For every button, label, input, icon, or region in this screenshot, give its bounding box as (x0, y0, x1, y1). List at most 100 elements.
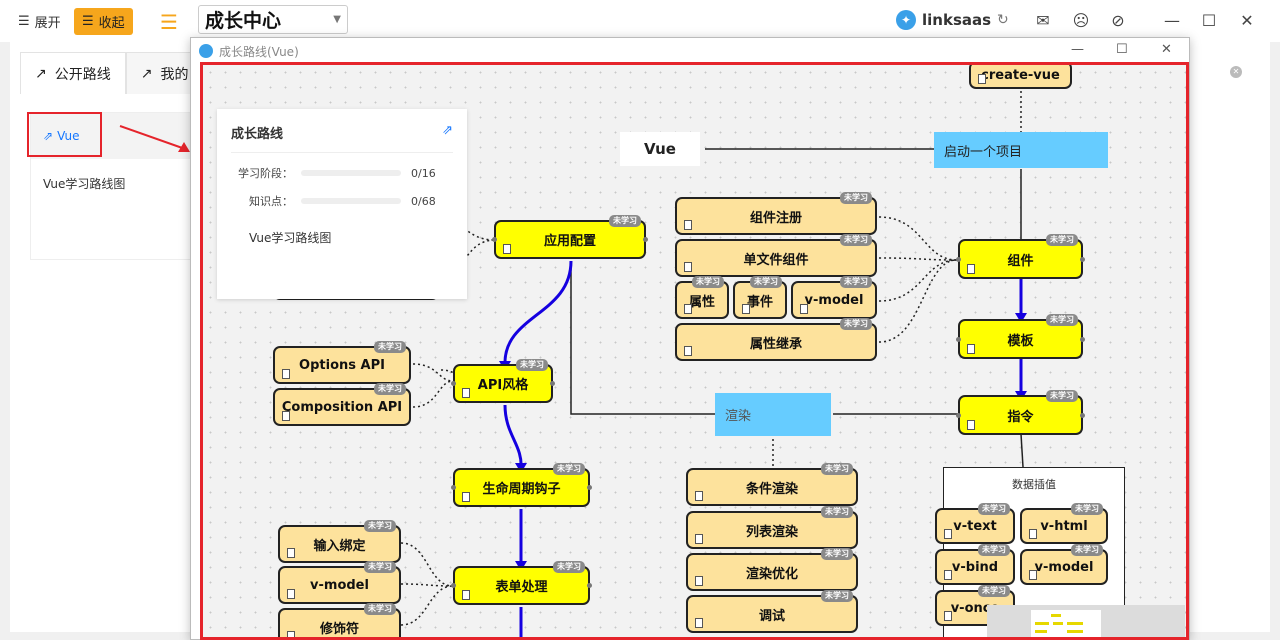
node-events[interactable]: 事件 未学习 (733, 276, 787, 319)
node-api-style[interactable]: API风格 未学习 (451, 359, 555, 403)
node-create-vue[interactable]: create-vue (969, 65, 1072, 89)
doc-icon (503, 244, 511, 254)
route-info-panel: 成长路线 ⇗ 学习阶段： 0/16 知识点： 0/68 Vue学习路线图 (217, 109, 467, 299)
status-badge: 未学习 (364, 561, 396, 573)
node-vue-root[interactable]: Vue (620, 132, 700, 166)
status-badge: 未学习 (1046, 390, 1078, 402)
status-badge: 未学习 (1046, 234, 1078, 246)
brand-logo-icon: ✦ (896, 10, 916, 30)
node-label: 调试 (758, 608, 785, 624)
route-description: Vue学习路线图 (43, 177, 126, 191)
node-label: API风格 (477, 378, 529, 393)
refresh-icon[interactable]: ↻ (997, 12, 1009, 28)
node-v-html[interactable]: v-html 未学习 (1020, 503, 1108, 544)
stage-progress-bar (301, 170, 401, 176)
eye-off-icon[interactable]: ⊘ (1108, 11, 1128, 30)
close-icon[interactable]: ✕ (1237, 11, 1257, 30)
brand[interactable]: ✦ linksaas ↻ (896, 10, 1009, 30)
node-list-render[interactable]: 列表渲染 未学习 (686, 506, 858, 549)
status-badge: 未学习 (516, 359, 548, 371)
node-component-reg[interactable]: 组件注册 未学习 (675, 192, 877, 235)
node-label: create-vue (981, 67, 1060, 83)
node-start-project[interactable]: 启动一个项目 (934, 132, 1108, 168)
minimap-viewport[interactable] (1031, 610, 1101, 637)
node-app-config[interactable]: 应用配置 未学习 (492, 215, 648, 259)
node-attr-inherit[interactable]: 属性继承 未学习 (675, 318, 877, 361)
node-render[interactable]: 渲染 (715, 393, 831, 436)
brand-name: linksaas (922, 11, 992, 29)
status-badge: 未学习 (374, 383, 406, 395)
highlight-box (27, 112, 102, 157)
info-description: Vue学习路线图 (249, 231, 332, 245)
node-label: 单文件组件 (743, 252, 809, 268)
expand-button[interactable]: ☰ 展开 (10, 8, 69, 35)
center-select[interactable]: 成长中心 ▼ (198, 5, 348, 34)
window-maximize-icon[interactable]: ☐ (1116, 42, 1128, 57)
node-label: 模板 (1007, 333, 1034, 349)
status-badge: 未学习 (609, 215, 641, 227)
node-label: 事件 (746, 294, 773, 310)
node-composition-api[interactable]: Composition API 未学习 (273, 383, 411, 426)
interpolation-title: 数据插值 (1012, 478, 1056, 491)
status-badge: 未学习 (821, 590, 853, 602)
node-directives[interactable]: 指令 未学习 (956, 390, 1085, 435)
node-conditional[interactable]: 条件渲染 未学习 (686, 463, 858, 506)
node-templates[interactable]: 模板 未学习 (956, 314, 1085, 359)
node-modifiers[interactable]: 修饰符 未学习 (278, 603, 401, 637)
doc-icon (287, 548, 295, 558)
doc-icon (695, 534, 703, 544)
doc-icon (944, 529, 952, 539)
status-badge: 未学习 (840, 192, 872, 204)
maximize-icon[interactable]: ☐ (1199, 11, 1219, 30)
knowledge-value: 0/68 (411, 194, 436, 208)
window-minimize-icon[interactable]: — (1071, 42, 1084, 57)
node-input-binding[interactable]: 输入绑定 未学习 (278, 520, 401, 563)
node-debug[interactable]: 调试 未学习 (686, 590, 858, 633)
collapse-label: 收起 (98, 16, 125, 31)
node-v-bind[interactable]: v-bind 未学习 (935, 544, 1015, 585)
collapse-button[interactable]: ☰ 收起 (74, 8, 133, 35)
node-label: 渲染优化 (745, 566, 798, 582)
node-options-api[interactable]: Options API 未学习 (273, 341, 411, 384)
knowledge-progress-bar (301, 198, 401, 204)
minimap[interactable] (987, 605, 1185, 637)
status-badge: 未学习 (840, 318, 872, 330)
minimize-icon[interactable]: — (1162, 11, 1182, 30)
external-link-icon[interactable]: ⇗ (442, 123, 453, 142)
node-render-opt[interactable]: 渲染优化 未学习 (686, 548, 858, 591)
mail-icon[interactable]: ✉ (1033, 11, 1053, 30)
status-badge: 未学习 (374, 341, 406, 353)
doc-icon (978, 74, 986, 84)
tab-bar: ↗ 公开路线 ↗ 我的 (20, 52, 204, 94)
status-badge: 未学习 (692, 276, 724, 288)
node-forms[interactable]: 表单处理 未学习 (451, 561, 592, 605)
roadmap-canvas[interactable]: Vue 启动一个项目 渲染 create-vue 性能 应用配置未学习 Opti… (200, 62, 1189, 640)
stage-label: 学习阶段： (238, 167, 293, 180)
tab-public-routes[interactable]: ↗ 公开路线 (20, 52, 126, 94)
clear-search-icon[interactable]: ✕ (1230, 66, 1242, 78)
node-v-text[interactable]: v-text 未学习 (935, 503, 1015, 544)
node-lifecycle[interactable]: 生命周期钩子 未学习 (451, 463, 592, 507)
node-components[interactable]: 组件 未学习 (956, 234, 1085, 279)
node-label: 组件 (1007, 253, 1034, 269)
window-titlebar: 成长路线(Vue) (191, 38, 1191, 64)
node-v-model[interactable]: v-model 未学习 (791, 276, 877, 319)
node-props[interactable]: 属性 未学习 (675, 276, 729, 319)
node-v-model-form[interactable]: v-model 未学习 (278, 561, 401, 604)
menu-icon[interactable]: ☰ (160, 10, 178, 34)
expand-label: 展开 (34, 16, 61, 31)
doc-icon (1029, 570, 1037, 580)
doc-icon (282, 369, 290, 379)
node-label: v-model (310, 577, 369, 593)
doc-icon (800, 304, 808, 314)
trend-icon: ↗ (35, 65, 47, 82)
top-bar: ☰ 展开 ☰ 收起 ☰ 成长中心 ▼ ✦ linksaas ↻ ✉ ☹ ⊘ — … (0, 0, 1280, 42)
node-label: 生命周期钩子 (482, 482, 561, 497)
window-close-icon[interactable]: ✕ (1161, 42, 1172, 57)
doc-icon (684, 346, 692, 356)
doc-icon (695, 618, 703, 628)
node-sfc[interactable]: 单文件组件 未学习 (675, 234, 877, 277)
face-icon[interactable]: ☹ (1071, 11, 1091, 30)
status-badge: 未学习 (750, 276, 782, 288)
node-v-model-directive[interactable]: v-model 未学习 (1020, 544, 1108, 585)
